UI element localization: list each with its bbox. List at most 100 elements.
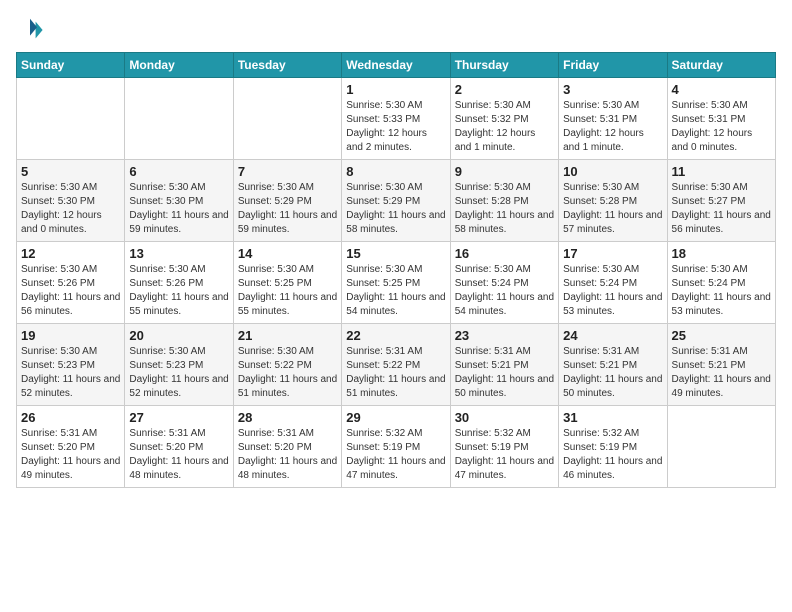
day-info: Sunrise: 5:30 AM Sunset: 5:32 PM Dayligh… [455,99,554,155]
calendar-cell [667,406,775,488]
day-number: 23 [455,328,554,343]
weekday-header-sunday: Sunday [17,53,125,78]
day-number: 22 [346,328,445,343]
calendar-cell: 17 Sunrise: 5:30 AM Sunset: 5:24 PM Dayli… [559,242,667,324]
calendar-cell: 16 Sunrise: 5:30 AM Sunset: 5:24 PM Dayli… [450,242,558,324]
day-number: 30 [455,410,554,425]
weekday-header-thursday: Thursday [450,53,558,78]
calendar-cell: 2 Sunrise: 5:30 AM Sunset: 5:32 PM Daylig… [450,78,558,160]
calendar-cell: 9 Sunrise: 5:30 AM Sunset: 5:28 PM Daylig… [450,160,558,242]
day-info: Sunrise: 5:30 AM Sunset: 5:29 PM Dayligh… [238,181,337,237]
day-number: 21 [238,328,337,343]
day-info: Sunrise: 5:30 AM Sunset: 5:33 PM Dayligh… [346,99,445,155]
day-number: 8 [346,164,445,179]
day-info: Sunrise: 5:30 AM Sunset: 5:30 PM Dayligh… [21,181,120,237]
calendar-cell [125,78,233,160]
calendar-week-3: 12Sunrise: 5:30 AM Sunset: 5:26 PM Dayli… [17,242,776,324]
calendar-cell: 29Sunrise: 5:32 AM Sunset: 5:19 PM Dayli… [342,406,450,488]
calendar-cell: 11 Sunrise: 5:30 AM Sunset: 5:27 PM Dayli… [667,160,775,242]
day-info: Sunrise: 5:30 AM Sunset: 5:22 PM Dayligh… [238,345,337,401]
day-info: Sunrise: 5:30 AM Sunset: 5:23 PM Dayligh… [21,345,120,401]
day-number: 17 [563,246,662,261]
day-number: 18 [672,246,771,261]
calendar-cell: 26 Sunrise: 5:31 AM Sunset: 5:20 PM Dayli… [17,406,125,488]
day-number: 20 [129,328,228,343]
day-info: Sunrise: 5:30 AM Sunset: 5:27 PM Dayligh… [672,181,771,237]
calendar-cell [17,78,125,160]
calendar-cell: 27 Sunrise: 5:31 AM Sunset: 5:20 PM Dayli… [125,406,233,488]
calendar-cell: 21 Sunrise: 5:30 AM Sunset: 5:22 PM Dayli… [233,324,341,406]
calendar-cell: 7 Sunrise: 5:30 AM Sunset: 5:29 PM Daylig… [233,160,341,242]
calendar-cell: 4 Sunrise: 5:30 AM Sunset: 5:31 PM Daylig… [667,78,775,160]
day-number: 5 [21,164,120,179]
day-number: 31 [563,410,662,425]
day-info: Sunrise: 5:30 AM Sunset: 5:31 PM Dayligh… [563,99,662,155]
calendar-cell: 30 Sunrise: 5:32 AM Sunset: 5:19 PM Dayli… [450,406,558,488]
day-number: 6 [129,164,228,179]
day-number: 13 [129,246,228,261]
day-number: 19 [21,328,120,343]
calendar-cell: 19 Sunrise: 5:30 AM Sunset: 5:23 PM Dayli… [17,324,125,406]
day-number: 28 [238,410,337,425]
calendar-cell: 1 Sunrise: 5:30 AM Sunset: 5:33 PM Daylig… [342,78,450,160]
day-number: 11 [672,164,771,179]
day-info: Sunrise: 5:31 AM Sunset: 5:21 PM Dayligh… [455,345,554,401]
day-number: 1 [346,82,445,97]
day-number: 24 [563,328,662,343]
day-number: 7 [238,164,337,179]
calendar-cell: 6 Sunrise: 5:30 AM Sunset: 5:30 PM Daylig… [125,160,233,242]
day-info: Sunrise: 5:30 AM Sunset: 5:30 PM Dayligh… [129,181,228,237]
calendar-cell: 28 Sunrise: 5:31 AM Sunset: 5:20 PM Dayli… [233,406,341,488]
calendar-cell: 23 Sunrise: 5:31 AM Sunset: 5:21 PM Dayli… [450,324,558,406]
day-info: Sunrise: 5:30 AM Sunset: 5:23 PM Dayligh… [129,345,228,401]
day-info: Sunrise: 5:30 AM Sunset: 5:28 PM Dayligh… [563,181,662,237]
calendar-cell: 20 Sunrise: 5:30 AM Sunset: 5:23 PM Dayli… [125,324,233,406]
calendar-cell: 8 Sunrise: 5:30 AM Sunset: 5:29 PM Daylig… [342,160,450,242]
day-info: Sunrise: 5:30 AM Sunset: 5:25 PM Dayligh… [346,263,445,319]
weekday-header-friday: Friday [559,53,667,78]
calendar-cell: 3 Sunrise: 5:30 AM Sunset: 5:31 PM Daylig… [559,78,667,160]
calendar-cell: 10Sunrise: 5:30 AM Sunset: 5:28 PM Dayli… [559,160,667,242]
weekday-header-monday: Monday [125,53,233,78]
weekday-header-tuesday: Tuesday [233,53,341,78]
day-number: 27 [129,410,228,425]
day-info: Sunrise: 5:30 AM Sunset: 5:25 PM Dayligh… [238,263,337,319]
day-info: Sunrise: 5:31 AM Sunset: 5:20 PM Dayligh… [238,427,337,483]
day-number: 29 [346,410,445,425]
day-info: Sunrise: 5:31 AM Sunset: 5:20 PM Dayligh… [129,427,228,483]
day-info: Sunrise: 5:30 AM Sunset: 5:24 PM Dayligh… [563,263,662,319]
day-info: Sunrise: 5:32 AM Sunset: 5:19 PM Dayligh… [455,427,554,483]
calendar-cell: 5 Sunrise: 5:30 AM Sunset: 5:30 PM Daylig… [17,160,125,242]
day-number: 15 [346,246,445,261]
calendar-cell: 12Sunrise: 5:30 AM Sunset: 5:26 PM Dayli… [17,242,125,324]
day-info: Sunrise: 5:30 AM Sunset: 5:31 PM Dayligh… [672,99,771,155]
day-number: 12 [21,246,120,261]
calendar-cell [233,78,341,160]
weekday-header-wednesday: Wednesday [342,53,450,78]
calendar-cell: 31Sunrise: 5:32 AM Sunset: 5:19 PM Dayli… [559,406,667,488]
day-number: 14 [238,246,337,261]
calendar-table: SundayMondayTuesdayWednesdayThursdayFrid… [16,52,776,488]
calendar-week-2: 5 Sunrise: 5:30 AM Sunset: 5:30 PM Daylig… [17,160,776,242]
day-number: 26 [21,410,120,425]
calendar-cell: 22Sunrise: 5:31 AM Sunset: 5:22 PM Dayli… [342,324,450,406]
day-number: 3 [563,82,662,97]
calendar-cell: 13Sunrise: 5:30 AM Sunset: 5:26 PM Dayli… [125,242,233,324]
day-info: Sunrise: 5:31 AM Sunset: 5:21 PM Dayligh… [672,345,771,401]
day-info: Sunrise: 5:31 AM Sunset: 5:20 PM Dayligh… [21,427,120,483]
day-number: 25 [672,328,771,343]
page-header [16,16,776,44]
day-info: Sunrise: 5:30 AM Sunset: 5:29 PM Dayligh… [346,181,445,237]
day-info: Sunrise: 5:30 AM Sunset: 5:24 PM Dayligh… [455,263,554,319]
calendar-cell: 25 Sunrise: 5:31 AM Sunset: 5:21 PM Dayli… [667,324,775,406]
day-number: 16 [455,246,554,261]
day-info: Sunrise: 5:31 AM Sunset: 5:21 PM Dayligh… [563,345,662,401]
day-info: Sunrise: 5:30 AM Sunset: 5:28 PM Dayligh… [455,181,554,237]
day-number: 9 [455,164,554,179]
day-number: 2 [455,82,554,97]
calendar-cell: 18Sunrise: 5:30 AM Sunset: 5:24 PM Dayli… [667,242,775,324]
day-number: 4 [672,82,771,97]
calendar-week-1: 1 Sunrise: 5:30 AM Sunset: 5:33 PM Daylig… [17,78,776,160]
calendar-cell: 24 Sunrise: 5:31 AM Sunset: 5:21 PM Dayli… [559,324,667,406]
calendar-cell: 14 Sunrise: 5:30 AM Sunset: 5:25 PM Dayli… [233,242,341,324]
